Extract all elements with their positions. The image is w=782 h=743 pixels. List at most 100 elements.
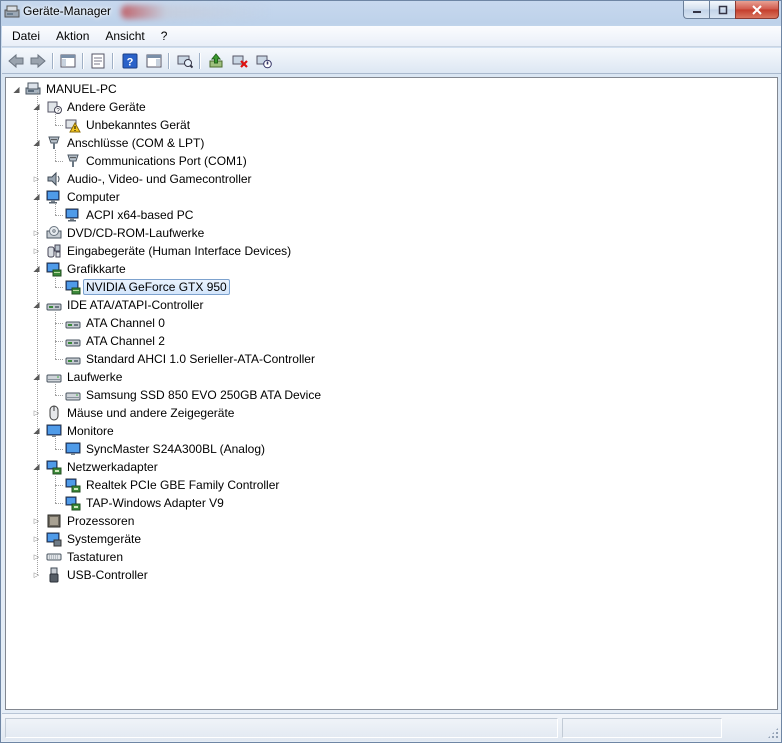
tree-device[interactable]: Realtek PCIe GBE Family Controller [55, 476, 282, 494]
tree-device[interactable]: NVIDIA GeForce GTX 950 [55, 278, 230, 296]
action-pane-button[interactable] [144, 51, 164, 71]
tree-device[interactable]: Standard AHCI 1.0 Serieller-ATA-Controll… [55, 350, 318, 368]
tree-category[interactable]: ▷ Systemgeräte [34, 530, 144, 548]
tree-connector-line [55, 323, 63, 324]
tree-device[interactable]: ATA Channel 0 [55, 314, 168, 332]
tree-category[interactable]: ◢ IDE ATA/ATAPI-Controller [33, 296, 206, 314]
menu-help[interactable]: ? [153, 27, 176, 46]
tree-device[interactable]: SyncMaster S24A300BL (Analog) [55, 440, 268, 458]
disable-device-button[interactable] [254, 51, 274, 71]
forward-button[interactable] [28, 51, 48, 71]
collapse-arrow-icon[interactable]: ◢ [32, 300, 41, 309]
help-button[interactable]: ? [120, 51, 140, 71]
tree-item-label: IDE ATA/ATAPI-Controller [67, 298, 204, 312]
tree-category[interactable]: ◢? Andere Geräte [33, 98, 149, 116]
close-button[interactable] [735, 1, 779, 19]
menu-bar: Datei Aktion Ansicht ? [2, 26, 781, 47]
tree-category[interactable]: ▷ Tastaturen [34, 548, 126, 566]
tree-device[interactable]: ACPI x64-based PC [55, 206, 196, 224]
tree-guide-line [55, 474, 56, 503]
tree-item-label: Prozessoren [67, 514, 135, 528]
tree-device[interactable]: Communications Port (COM1) [55, 152, 250, 170]
computer-icon [25, 81, 41, 97]
tree-category[interactable]: ◢ Grafikkarte [33, 260, 129, 278]
collapse-arrow-icon[interactable]: ◢ [32, 372, 41, 381]
console-tree-button[interactable] [58, 51, 78, 71]
root-computer-name: MANUEL-PC [46, 82, 117, 96]
properties-button[interactable] [88, 51, 108, 71]
caption-buttons [683, 1, 779, 19]
tree-category[interactable]: ▷ Eingabegeräte (Human Interface Devices) [34, 242, 294, 260]
ide-controller-icon [65, 333, 81, 349]
keyboard-icon [46, 549, 62, 565]
device-tree-pane[interactable]: ◢ MANUEL-PC ◢? Andere Geräte Unbekanntes G… [5, 77, 778, 710]
tree-connector-line [55, 395, 63, 396]
collapse-arrow-icon[interactable]: ◢ [32, 462, 41, 471]
other-devices-icon: ? [46, 99, 62, 115]
expand-arrow-icon[interactable]: ▷ [32, 516, 41, 525]
network-adapter-icon [65, 495, 81, 511]
tree-item-label: Eingabegeräte (Human Interface Devices) [67, 244, 292, 258]
device-manager-icon [4, 5, 20, 18]
tree-device[interactable]: TAP-Windows Adapter V9 [55, 494, 227, 512]
collapse-arrow-icon[interactable]: ◢ [32, 426, 41, 435]
tree-category[interactable]: ◢ Netzwerkadapter [33, 458, 161, 476]
properties-icon [91, 53, 105, 69]
device-manager-window: Geräte-Manager Datei Aktion Ansicht ? ? … [0, 0, 782, 743]
scan-hardware-button[interactable] [175, 51, 195, 71]
collapse-arrow-icon[interactable]: ◢ [32, 102, 41, 111]
tree-item-label: Anschlüsse (COM & LPT) [67, 136, 205, 150]
tree-category[interactable]: ▷ USB-Controller [34, 566, 151, 584]
ide-controller-icon [65, 351, 81, 367]
tree-root[interactable]: ◢ MANUEL-PC [12, 80, 120, 98]
tree-device[interactable]: Samsung SSD 850 EVO 250GB ATA Device [55, 386, 324, 404]
ide-controller-icon [46, 297, 62, 313]
resize-grip[interactable] [767, 727, 779, 739]
tree-category[interactable]: ◢ Computer [33, 188, 123, 206]
update-driver-button[interactable] [206, 51, 226, 71]
tree-item-label: Systemgeräte [67, 532, 142, 546]
collapse-arrow-icon[interactable]: ◢ [12, 85, 21, 94]
expand-arrow-icon[interactable]: ▷ [32, 534, 41, 543]
expand-arrow-icon[interactable]: ▷ [32, 552, 41, 561]
restore-icon [718, 5, 727, 14]
dvd-drive-icon [46, 225, 62, 241]
tree-connector-line [55, 215, 63, 216]
disable-device-icon [256, 55, 272, 69]
collapse-arrow-icon[interactable]: ◢ [32, 192, 41, 201]
help-icon: ? [122, 53, 138, 69]
tree-device[interactable]: Unbekanntes Gerät [55, 116, 193, 134]
expand-arrow-icon[interactable]: ▷ [32, 174, 41, 183]
minimize-icon [692, 10, 701, 13]
uninstall-device-button[interactable] [230, 51, 250, 71]
maximize-button[interactable] [709, 1, 735, 19]
tree-category[interactable]: ▷ DVD/CD-ROM-Laufwerke [34, 224, 207, 242]
tree-category[interactable]: ◢ Monitore [33, 422, 117, 440]
menu-aktion[interactable]: Aktion [48, 27, 97, 46]
tree-category[interactable]: ◢ Anschlüsse (COM & LPT) [33, 134, 207, 152]
title-bar[interactable]: Geräte-Manager [1, 1, 781, 25]
disk-drive-icon [65, 387, 81, 403]
expand-arrow-icon[interactable]: ▷ [32, 408, 41, 417]
tree-category[interactable]: ▷ Mäuse und andere Zeigegeräte [34, 404, 237, 422]
tree-guide-line [55, 276, 56, 287]
tree-item-label: ATA Channel 0 [86, 316, 165, 330]
minimize-button[interactable] [683, 1, 709, 19]
tree-item-label: NVIDIA GeForce GTX 950 [83, 279, 230, 295]
collapse-arrow-icon[interactable]: ◢ [32, 138, 41, 147]
tree-category[interactable]: ▷ Audio-, Video- und Gamecontroller [34, 170, 255, 188]
tree-connector-line [55, 341, 63, 342]
expand-arrow-icon[interactable]: ▷ [32, 570, 41, 579]
back-button[interactable] [6, 51, 26, 71]
system-devices-icon [46, 531, 62, 547]
expand-arrow-icon[interactable]: ▷ [32, 228, 41, 237]
menu-datei[interactable]: Datei [2, 27, 48, 46]
tree-item-label: Monitore [67, 424, 114, 438]
expand-arrow-icon[interactable]: ▷ [32, 246, 41, 255]
tree-device[interactable]: ATA Channel 2 [55, 332, 168, 350]
collapse-arrow-icon[interactable]: ◢ [32, 264, 41, 273]
tree-category[interactable]: ▷ Prozessoren [34, 512, 137, 530]
back-icon [8, 53, 24, 69]
menu-ansicht[interactable]: Ansicht [97, 27, 152, 46]
tree-category[interactable]: ◢ Laufwerke [33, 368, 125, 386]
